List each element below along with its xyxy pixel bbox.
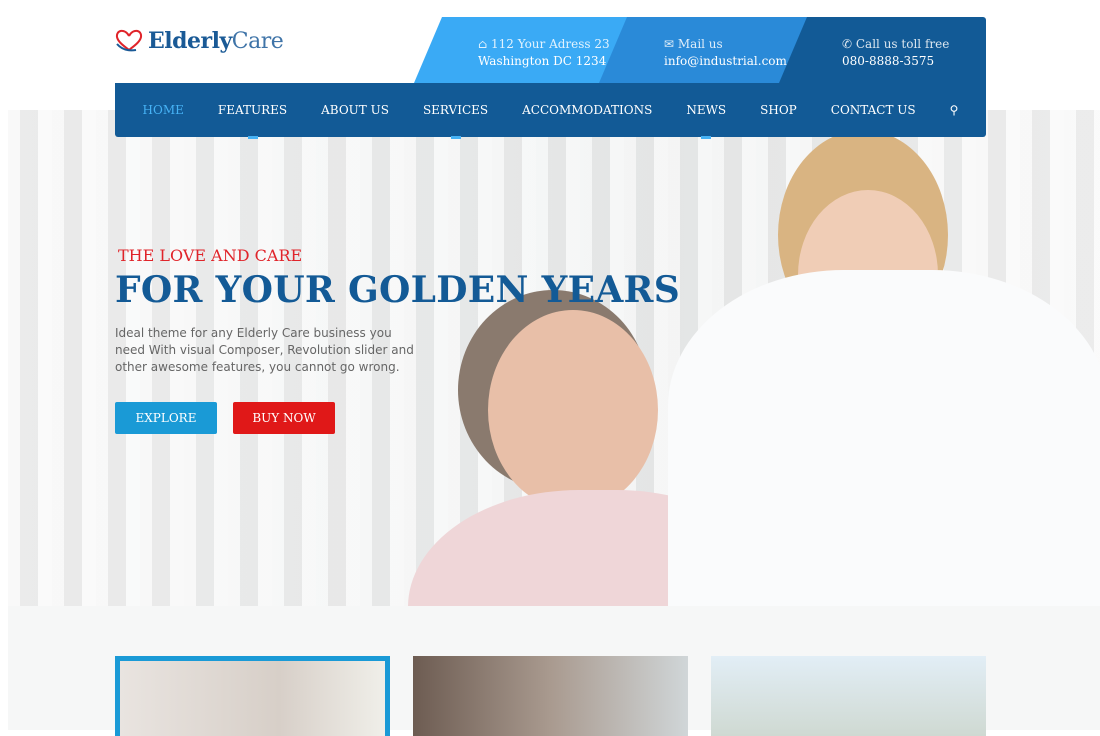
hero-title: FOR YOUR GOLDEN YEARS — [115, 269, 681, 311]
contact-bar: ⌂ 112 Your Adress 23 Washington DC 1234 ✉… — [414, 17, 986, 83]
nav-features[interactable]: FEATURES — [201, 83, 304, 139]
buy-now-button[interactable]: BUY NOW — [233, 402, 335, 434]
search-icon[interactable]: ⚲ — [933, 83, 976, 137]
mail-icon: ✉ — [664, 37, 678, 51]
hero-content: THE LOVE AND CARE FOR YOUR GOLDEN YEARS … — [115, 246, 680, 434]
logo[interactable]: ElderlyCare — [114, 28, 284, 54]
nav-services[interactable]: SERVICES — [406, 83, 505, 139]
nav-shop[interactable]: SHOP — [743, 83, 814, 137]
hero-subtitle: THE LOVE AND CARE — [118, 246, 303, 265]
phone-icon: ✆ — [842, 37, 856, 51]
nav-home[interactable]: HOME — [126, 83, 201, 137]
feature-card-1[interactable] — [115, 656, 390, 736]
phone-info[interactable]: ✆ Call us toll free 080-8888-3575 — [779, 17, 986, 83]
nav-news[interactable]: NEWS — [669, 83, 743, 139]
feature-card-2[interactable] — [413, 656, 688, 736]
heart-hands-icon — [115, 29, 143, 52]
feature-card-3[interactable] — [711, 656, 986, 736]
logo-text: ElderlyCare — [148, 28, 284, 54]
mail-info[interactable]: ✉ Mail us info@industrial.com — [599, 17, 814, 83]
nav-contact-us[interactable]: CONTACT US — [814, 83, 933, 137]
explore-button[interactable]: EXPLORE — [115, 402, 217, 434]
main-nav: HOME FEATURES ABOUT US SERVICES ACCOMMOD… — [115, 83, 986, 139]
nav-about-us[interactable]: ABOUT US — [304, 83, 406, 137]
nav-accommodations[interactable]: ACCOMMODATIONS — [505, 83, 669, 137]
hero-description: Ideal theme for any Elderly Care busines… — [115, 326, 414, 374]
home-icon: ⌂ — [478, 37, 491, 51]
